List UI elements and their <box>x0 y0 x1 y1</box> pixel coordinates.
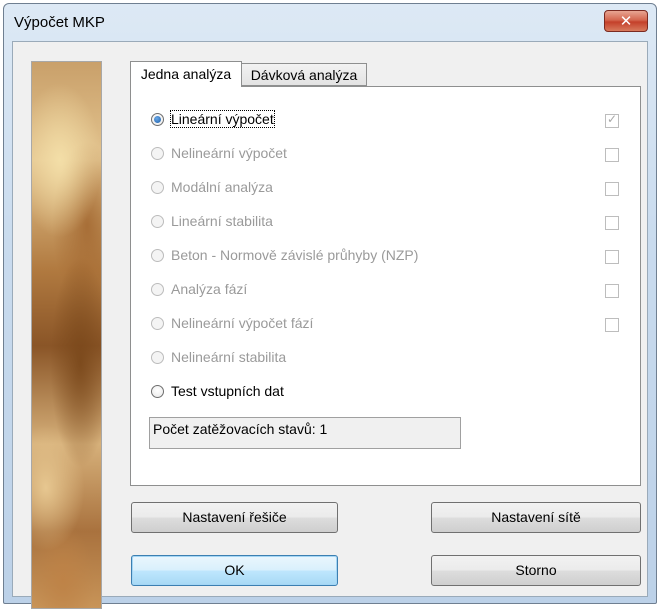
dialog-window: Výpočet MKP ✕ Jedna analýza Dávková anal… <box>3 3 657 609</box>
close-button[interactable]: ✕ <box>604 10 648 32</box>
option-label: Analýza fází <box>171 281 248 297</box>
checkbox-modal-analysis[interactable] <box>605 182 619 196</box>
load-case-count-field: Počet zatěžovacích stavů: 1 <box>149 417 461 449</box>
load-case-count-text: Počet zatěžovacích stavů: 1 <box>153 421 328 437</box>
option-label: Test vstupních dat <box>171 383 284 399</box>
tab-label: Dávková analýza <box>250 67 358 83</box>
checkbox-linear-stability[interactable] <box>605 216 619 230</box>
mesh-settings-button[interactable]: Nastavení sítě <box>431 502 641 533</box>
option-label: Lineární stabilita <box>171 213 273 229</box>
button-label: OK <box>224 562 245 578</box>
cancel-button[interactable]: Storno <box>431 555 641 586</box>
radio-button[interactable] <box>151 283 164 296</box>
radio-button[interactable] <box>151 351 164 364</box>
radio-button[interactable] <box>151 147 164 160</box>
close-icon: ✕ <box>619 12 633 30</box>
option-label: Nelineární výpočet fází <box>171 315 314 331</box>
option-label: Modální analýza <box>171 179 273 195</box>
button-label: Nastavení sítě <box>491 509 581 525</box>
title-bar[interactable]: Výpočet MKP ✕ <box>4 4 656 40</box>
radio-button[interactable] <box>151 249 164 262</box>
radio-button[interactable] <box>151 215 164 228</box>
solver-settings-button[interactable]: Nastavení řešiče <box>131 502 338 533</box>
checkbox-linear-calculation[interactable]: ✓ <box>605 112 619 128</box>
radio-button[interactable] <box>151 181 164 194</box>
checkbox-phase-analysis[interactable] <box>605 284 619 298</box>
checkbox-nonlinear-calculation[interactable] <box>605 148 619 162</box>
option-label: Nelineární výpočet <box>171 145 287 161</box>
button-label: Storno <box>515 562 557 578</box>
option-label: Nelineární stabilita <box>171 349 287 365</box>
ok-button[interactable]: OK <box>131 555 338 586</box>
checkbox-concrete-deflections[interactable] <box>605 250 619 264</box>
radio-button[interactable] <box>151 385 164 398</box>
button-label: Nastavení řešiče <box>182 509 287 525</box>
tab-label: Jedna analýza <box>140 66 232 82</box>
decorative-side-image <box>31 61 102 609</box>
dialog-client-area: Jedna analýza Dávková analýza Lineární v… <box>12 41 648 609</box>
option-label: Lineární výpočet <box>170 110 275 128</box>
checkmark-icon: ✓ <box>607 112 618 126</box>
option-label: Beton - Normově závislé průhyby (NZP) <box>171 247 419 263</box>
checkbox-nonlinear-phase-calculation[interactable] <box>605 318 619 332</box>
radio-button[interactable] <box>151 317 164 330</box>
tab-single-analysis[interactable]: Jedna analýza <box>130 61 242 87</box>
tab-strip: Jedna analýza Dávková analýza <box>130 61 641 87</box>
radio-selected-dot <box>154 116 161 123</box>
radio-button[interactable] <box>151 113 164 126</box>
tab-batch-analysis[interactable]: Dávková analýza <box>242 63 367 86</box>
window-title: Výpočet MKP <box>14 14 105 31</box>
tab-panel-single-analysis: Lineární výpočet ✓ Nelineární výpočet Mo… <box>130 86 641 486</box>
